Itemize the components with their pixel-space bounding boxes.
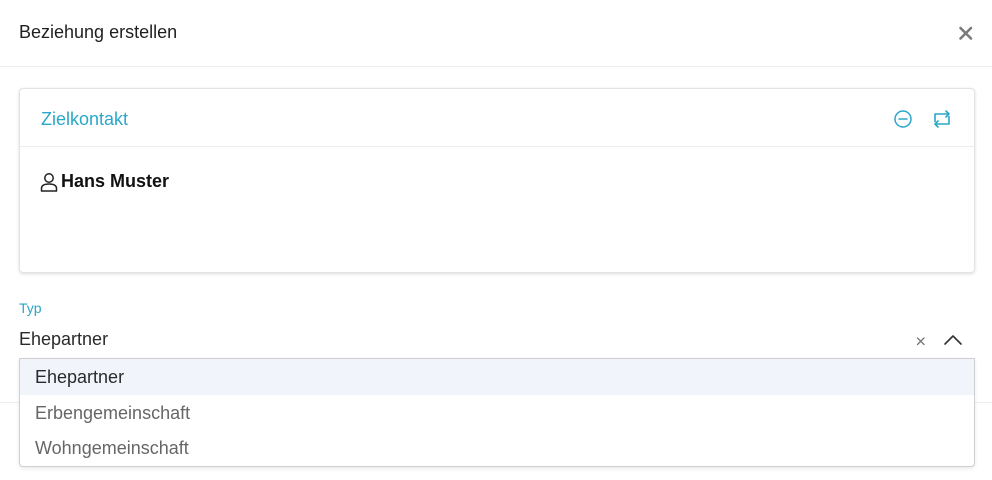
type-label: Typ bbox=[19, 300, 42, 316]
type-select-value[interactable]: Ehepartner bbox=[19, 329, 108, 350]
clear-icon bbox=[916, 337, 925, 346]
contact-row: Hans Muster bbox=[40, 171, 169, 192]
user-icon bbox=[40, 172, 58, 192]
minus-circle-icon bbox=[894, 110, 912, 128]
clear-selection-button[interactable] bbox=[913, 333, 929, 349]
remove-contact-button[interactable] bbox=[893, 109, 913, 134]
option-ehepartner[interactable]: Ehepartner bbox=[20, 359, 974, 395]
card-header: Zielkontakt bbox=[20, 89, 974, 147]
target-contact-card: Zielkontakt Hans Muster bbox=[19, 88, 975, 273]
modal-header: Beziehung erstellen bbox=[0, 0, 992, 67]
repeat-icon bbox=[934, 110, 950, 128]
contact-name[interactable]: Hans Muster bbox=[61, 171, 169, 192]
type-options-list: Ehepartner Erbengemeinschaft Wohngemeins… bbox=[19, 358, 975, 467]
close-button[interactable] bbox=[955, 22, 977, 44]
card-title: Zielkontakt bbox=[41, 109, 129, 129]
option-wohngemeinschaft[interactable]: Wohngemeinschaft bbox=[20, 430, 974, 466]
option-erbengemeinschaft[interactable]: Erbengemeinschaft bbox=[20, 395, 974, 431]
dropdown-toggle[interactable] bbox=[942, 330, 964, 350]
modal-title: Beziehung erstellen bbox=[19, 22, 178, 42]
swap-contact-button[interactable] bbox=[930, 109, 954, 134]
close-icon bbox=[959, 26, 973, 40]
chevron-up-icon bbox=[944, 335, 962, 345]
type-select[interactable]: Ehepartner bbox=[19, 322, 975, 358]
